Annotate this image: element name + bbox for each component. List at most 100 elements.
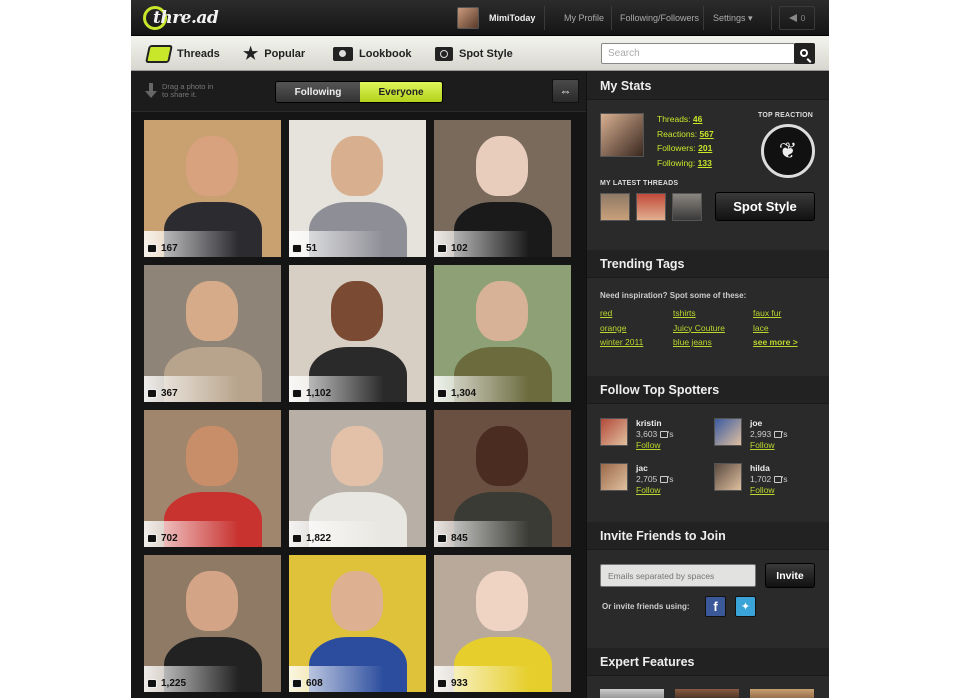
- avatar: [457, 7, 479, 29]
- photo-tile[interactable]: 51: [289, 120, 426, 257]
- reaction-count: 933: [437, 678, 468, 689]
- reaction-count-value: 933: [451, 678, 468, 689]
- facebook-icon[interactable]: f: [705, 596, 726, 617]
- points-icon: [659, 431, 668, 438]
- tab-label: Lookbook: [359, 47, 412, 60]
- tab-threads[interactable]: Threads: [145, 36, 220, 71]
- search-button[interactable]: [794, 43, 815, 64]
- user-menu[interactable]: MimiToday: [457, 6, 535, 30]
- reaction-count-value: 102: [451, 243, 468, 254]
- tab-spot-style[interactable]: Spot Style: [435, 36, 513, 71]
- tag-link[interactable]: Juicy Couture: [673, 323, 725, 333]
- photo-subject-face: [186, 136, 238, 196]
- photo-tile[interactable]: 167: [144, 120, 281, 257]
- expert-thumb[interactable]: [675, 689, 739, 698]
- tag-link[interactable]: faux fur: [753, 308, 781, 318]
- filter-everyone-button[interactable]: Everyone: [360, 82, 442, 102]
- expert-thumb[interactable]: [600, 689, 664, 698]
- stat-reactions[interactable]: Reactions: 567: [657, 127, 714, 142]
- follow-link[interactable]: Follow: [750, 440, 788, 451]
- photo-tile[interactable]: 845: [434, 410, 571, 547]
- photo-subject-body: [454, 202, 552, 257]
- photo-subject-face: [186, 571, 238, 631]
- reaction-count-value: 1,304: [451, 388, 477, 399]
- search-input[interactable]: [601, 43, 795, 64]
- invite-email-field[interactable]: [600, 564, 756, 587]
- reaction-count: 1,822: [292, 533, 331, 544]
- divider: [771, 6, 772, 30]
- photo-tile[interactable]: 367: [144, 265, 281, 402]
- photo-tile[interactable]: 608: [289, 555, 426, 692]
- divider: [544, 6, 545, 30]
- spotter-info: joe 2,993 's Follow: [750, 418, 788, 451]
- photo-tile[interactable]: 1,304: [434, 265, 571, 402]
- photo-subject-face: [331, 426, 383, 486]
- spotter-name[interactable]: joe: [750, 418, 788, 429]
- swap-layout-button[interactable]: ⇔: [552, 79, 579, 103]
- tag-link[interactable]: orange: [600, 323, 626, 333]
- stat-following[interactable]: Following: 133: [657, 156, 714, 171]
- stat-followers[interactable]: Followers: 201: [657, 141, 714, 156]
- message-count: 0: [800, 13, 806, 23]
- stats-list: Threads: 46 Reactions: 567 Followers: 20…: [657, 112, 714, 170]
- expert-thumb[interactable]: [750, 689, 814, 698]
- photo-subject-face: [331, 571, 383, 631]
- reaction-count: 1,304: [437, 388, 476, 399]
- tag-link[interactable]: red: [600, 308, 612, 318]
- drop-zone[interactable]: Drag a photo in to share it.: [145, 83, 218, 99]
- tag-link[interactable]: lace: [753, 323, 769, 333]
- trending-tags-panel: Need inspiration? Spot some of these: re…: [587, 278, 829, 376]
- reaction-count: 102: [437, 243, 468, 254]
- tag-link[interactable]: tshirts: [673, 308, 696, 318]
- drop-hint-text: Drag a photo in to share it.: [162, 82, 214, 99]
- latest-thread-thumb[interactable]: [672, 193, 702, 221]
- reaction-count-value: 1,225: [161, 678, 187, 689]
- app-window: thre.ad MimiToday My Profile Following/F…: [131, 0, 829, 698]
- spotter-card: hilda 1,702 's Follow: [714, 463, 788, 496]
- top-reaction-badge-icon: ❦: [761, 124, 815, 178]
- points-icon: [773, 431, 782, 438]
- my-avatar[interactable]: [600, 113, 644, 157]
- photo-tile[interactable]: 702: [144, 410, 281, 547]
- reaction-count: 702: [147, 533, 178, 544]
- my-profile-link[interactable]: My Profile: [564, 0, 604, 36]
- avatar[interactable]: [600, 418, 628, 446]
- photo-tile[interactable]: 1,225: [144, 555, 281, 692]
- search-icon: [799, 48, 808, 57]
- stat-threads[interactable]: Threads: 46: [657, 112, 714, 127]
- avatar[interactable]: [714, 463, 742, 491]
- follow-link[interactable]: Follow: [750, 485, 788, 496]
- spot-style-button[interactable]: Spot Style: [715, 192, 815, 221]
- follow-link[interactable]: Follow: [636, 440, 674, 451]
- settings-menu[interactable]: Settings ▾: [713, 0, 753, 36]
- latest-thread-thumb[interactable]: [636, 193, 666, 221]
- tag-link[interactable]: winter 2011: [600, 337, 643, 347]
- avatar[interactable]: [600, 463, 628, 491]
- invite-button[interactable]: Invite: [765, 563, 815, 588]
- twitter-icon[interactable]: ✦: [735, 596, 756, 617]
- reaction-count: 845: [437, 533, 468, 544]
- tag-link[interactable]: blue jeans: [673, 337, 712, 347]
- reaction-count-value: 367: [161, 388, 178, 399]
- photo-tile[interactable]: 1,102: [289, 265, 426, 402]
- spotter-name[interactable]: hilda: [750, 463, 788, 474]
- reaction-bubble-icon: [292, 534, 302, 543]
- logo[interactable]: thre.ad: [143, 4, 219, 32]
- photo-tile[interactable]: 102: [434, 120, 571, 257]
- follow-link[interactable]: Follow: [636, 485, 674, 496]
- filter-following-button[interactable]: Following: [276, 82, 360, 102]
- photo-tile[interactable]: 933: [434, 555, 571, 692]
- avatar[interactable]: [714, 418, 742, 446]
- photo-tile[interactable]: 1,822: [289, 410, 426, 547]
- tab-lookbook[interactable]: Lookbook: [333, 36, 412, 71]
- down-arrow-icon: [145, 83, 157, 99]
- tag-link[interactable]: see more >: [753, 337, 798, 347]
- photo-subject-face: [476, 426, 528, 486]
- spotter-name[interactable]: jac: [636, 463, 674, 474]
- following-followers-link[interactable]: Following/Followers: [620, 0, 699, 36]
- trending-intro: Need inspiration? Spot some of these:: [600, 291, 747, 300]
- tab-popular[interactable]: ★ Popular: [243, 36, 305, 71]
- latest-thread-thumb[interactable]: [600, 193, 630, 221]
- spotter-name[interactable]: kristin: [636, 418, 674, 429]
- messages-button[interactable]: 0: [779, 6, 815, 30]
